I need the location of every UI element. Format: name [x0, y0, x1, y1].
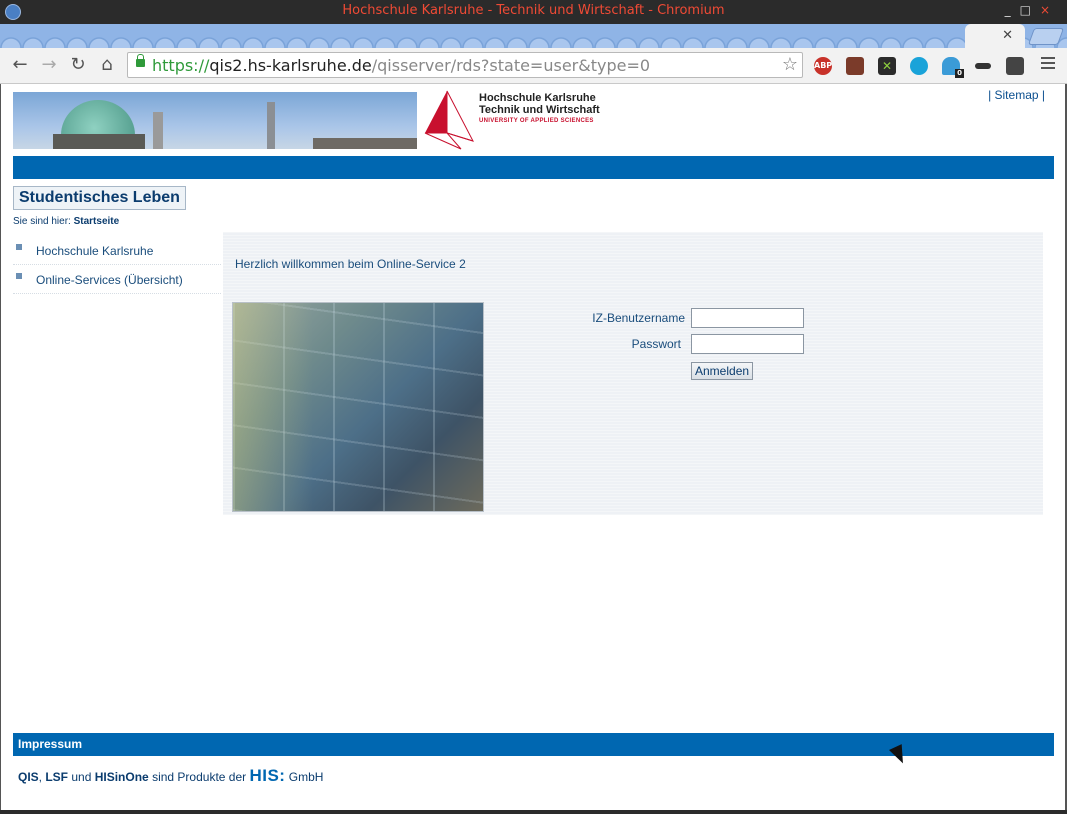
glasses-icon[interactable]: [1006, 57, 1024, 75]
maximize-button[interactable]: □: [1020, 3, 1040, 17]
mask-icon[interactable]: [974, 57, 992, 75]
share-icon[interactable]: [910, 57, 928, 75]
url-text[interactable]: https://qis2.hs-karlsruhe.de/qisserver/r…: [152, 56, 650, 75]
active-tab[interactable]: [965, 24, 1025, 48]
login-button[interactable]: Anmelden: [691, 362, 754, 380]
username-input[interactable]: [691, 308, 804, 328]
window-title: Hochschule Karlsruhe - Technik und Wirts…: [342, 3, 725, 18]
clapper-icon[interactable]: [846, 57, 864, 75]
logo-triangle-icon: [424, 90, 474, 150]
sitemap-link[interactable]: | Sitemap |: [988, 88, 1045, 102]
page-title: Studentisches Leben: [13, 186, 186, 210]
forward-arrow-icon[interactable]: →: [38, 54, 60, 76]
sidebar: Hochschule Karlsruhe Online-Services (Üb…: [13, 236, 221, 294]
antenna-shape: [153, 112, 163, 149]
close-tab-icon[interactable]: ✕: [1002, 28, 1013, 43]
window-titlebar: Hochschule Karlsruhe - Technik und Wirts…: [0, 0, 1067, 24]
home-icon[interactable]: ⌂: [96, 54, 118, 76]
bookmark-star-icon[interactable]: ☆: [782, 54, 798, 75]
welcome-text: Herzlich willkommen beim Online-Service …: [235, 257, 466, 271]
building-photo: [232, 302, 484, 512]
window-controls: _□×: [1005, 3, 1059, 17]
tab-strip: [0, 24, 1067, 48]
window-border-bottom: [0, 810, 1067, 814]
tv-tower-shape: [267, 102, 275, 149]
breadcrumb-current[interactable]: Startseite: [74, 216, 120, 227]
ghostery-icon[interactable]: 0: [942, 57, 964, 78]
new-tab-button[interactable]: [1027, 28, 1065, 45]
impressum-link[interactable]: Impressum: [18, 737, 82, 751]
reload-icon[interactable]: ↻: [67, 54, 89, 76]
main-content: Herzlich willkommen beim Online-Service …: [223, 232, 1043, 515]
his-logo[interactable]: HIS:: [249, 766, 285, 785]
password-label: Passwort: [631, 337, 681, 351]
browser-toolbar: ← → ↻ ⌂ https://qis2.hs-karlsruhe.de/qis…: [0, 48, 1067, 84]
bullet-icon: [16, 273, 22, 279]
minimize-button[interactable]: _: [1005, 3, 1020, 17]
lock-icon: [136, 54, 145, 67]
roofs-shape: [313, 138, 417, 149]
adblock-icon[interactable]: ABP: [814, 57, 832, 75]
menu-icon[interactable]: [1041, 57, 1055, 73]
logo-text: Hochschule Karlsruhe Technik und Wirtsch…: [479, 92, 600, 124]
facade-sheen: [233, 303, 313, 511]
password-input[interactable]: [691, 334, 804, 354]
bullet-icon: [16, 244, 22, 250]
lsf-link[interactable]: LSF: [45, 770, 68, 784]
sidebar-item-online-services[interactable]: Online-Services (Übersicht): [13, 265, 221, 294]
header-banner-image: [13, 92, 417, 149]
address-bar[interactable]: https://qis2.hs-karlsruhe.de/qisserver/r…: [127, 52, 803, 78]
sidebar-item-label[interactable]: Online-Services (Übersicht): [36, 273, 183, 287]
back-arrow-icon[interactable]: ←: [9, 54, 31, 76]
top-blue-bar: [13, 156, 1054, 179]
breadcrumb: Sie sind hier: Startseite: [13, 216, 120, 227]
product-credits: QIS, LSF und HISinOne sind Produkte der …: [18, 766, 324, 785]
sidebar-item-label[interactable]: Hochschule Karlsruhe: [36, 244, 153, 258]
university-logo[interactable]: Hochschule Karlsruhe Technik und Wirtsch…: [421, 89, 601, 151]
building-shape: [53, 134, 145, 149]
web-page: Hochschule Karlsruhe Technik und Wirtsch…: [0, 84, 1067, 810]
sidebar-item-hochschule[interactable]: Hochschule Karlsruhe: [13, 236, 221, 265]
close-window-button[interactable]: ×: [1040, 3, 1059, 17]
window-border-left: [0, 84, 1, 810]
hisinone-link[interactable]: HISinOne: [95, 770, 149, 784]
username-label: IZ-Benutzername: [592, 311, 685, 325]
qis-link[interactable]: QIS: [18, 770, 39, 784]
x-extension-icon[interactable]: ✕: [878, 57, 896, 75]
